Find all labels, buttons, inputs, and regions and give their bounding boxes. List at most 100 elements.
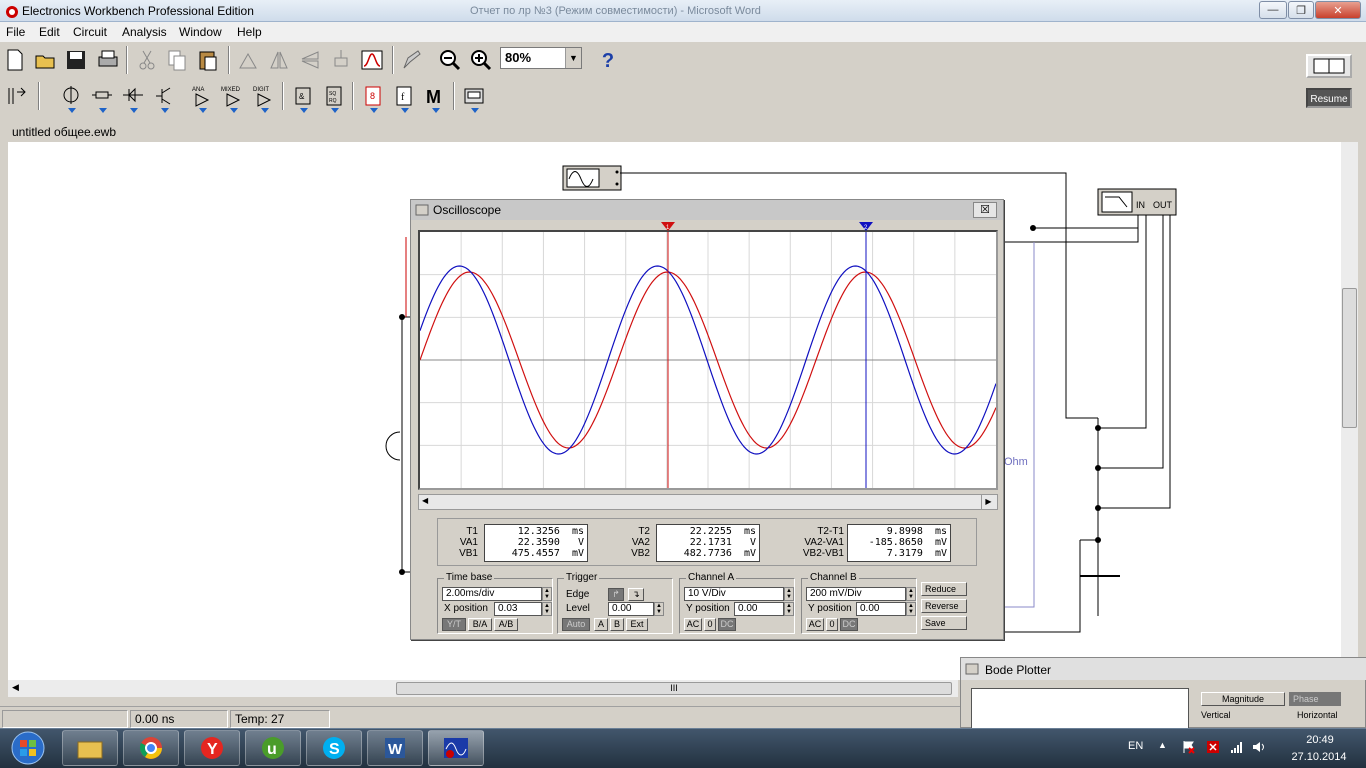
vertical-scroll-thumb[interactable] <box>1342 288 1357 428</box>
subcircuit-button[interactable] <box>326 44 356 76</box>
print-button[interactable] <box>93 44 123 76</box>
save-button[interactable] <box>61 44 91 76</box>
yt-mode-button[interactable]: Y/T <box>442 618 466 631</box>
bode-screen[interactable] <box>971 688 1189 729</box>
zoom-select[interactable]: 80% ▼ <box>500 47 582 69</box>
timebase-spinner-icon[interactable]: ▲ ▼ <box>542 587 552 601</box>
reduce-button[interactable]: Reduce <box>921 582 967 596</box>
ba-mode-button[interactable]: B/A <box>468 618 492 631</box>
trigger-ext-button[interactable]: Ext <box>626 618 648 631</box>
digital-bin-button[interactable]: SQ RQ <box>319 80 349 113</box>
channel-b-scale-field[interactable]: 200 mV/Div <box>806 587 906 601</box>
volume-icon[interactable] <box>1252 740 1266 754</box>
miscellaneous-bin-button[interactable]: M <box>420 80 450 113</box>
channel-a-dc-button[interactable]: DC <box>718 618 736 631</box>
phase-button[interactable]: Phase <box>1289 692 1341 706</box>
component-properties-button[interactable] <box>397 44 427 76</box>
function-generator[interactable] <box>562 165 622 191</box>
trigger-level-field[interactable]: 0.00 <box>608 602 654 616</box>
help-button[interactable]: ? <box>594 47 622 75</box>
scope-scroll-right-icon[interactable]: ▶ <box>981 495 995 509</box>
channel-a-zero-button[interactable]: 0 <box>704 618 716 631</box>
cut-button[interactable] <box>132 44 162 76</box>
transistors-bin-button[interactable] <box>149 80 179 113</box>
clock-time[interactable]: 20:49 <box>1300 734 1340 746</box>
taskbar-word[interactable]: W <box>367 730 423 766</box>
rising-edge-button[interactable]: ↱ <box>608 588 624 601</box>
channel-b-ac-button[interactable]: AC <box>806 618 824 631</box>
oscilloscope-close-button[interactable]: ☒ <box>973 202 997 218</box>
chevron-down-icon[interactable]: ▼ <box>565 48 581 68</box>
taskbar-ewb[interactable] <box>428 730 484 766</box>
paste-button[interactable] <box>193 44 223 76</box>
scroll-left-icon[interactable]: ◀ <box>12 682 19 693</box>
tray-expand-icon[interactable]: ▲ <box>1158 740 1172 754</box>
reverse-button[interactable]: Reverse <box>921 599 967 613</box>
digital-ics-bin-button[interactable]: DIGIT <box>249 80 279 113</box>
channel-a-scale-spinner-icon[interactable]: ▲ ▼ <box>784 587 794 601</box>
channel-b-zero-button[interactable]: 0 <box>826 618 838 631</box>
indicators-bin-button[interactable]: 8 <box>358 80 388 113</box>
restore-button[interactable]: ❐ <box>1288 1 1314 19</box>
antivirus-icon[interactable] <box>1206 740 1220 754</box>
trigger-b-button[interactable]: B <box>610 618 624 631</box>
channel-a-ac-button[interactable]: AC <box>684 618 702 631</box>
controls-bin-button[interactable]: f <box>389 80 419 113</box>
language-indicator[interactable]: EN <box>1128 740 1143 752</box>
rotate-button[interactable] <box>233 44 263 76</box>
open-button[interactable] <box>31 44 61 76</box>
channel-a-ypos-spinner-icon[interactable]: ▲ ▼ <box>784 602 794 616</box>
ab-mode-button[interactable]: A/B <box>494 618 518 631</box>
cursor-2-handle[interactable]: 2 <box>859 222 873 232</box>
favorites-bin-button[interactable] <box>2 80 32 112</box>
menu-analysis[interactable]: Analysis <box>122 25 167 39</box>
channel-a-scale-field[interactable]: 10 V/Div <box>684 587 784 601</box>
horizontal-scroll-thumb[interactable]: III <box>396 682 952 695</box>
trigger-auto-button[interactable]: Auto <box>562 618 590 631</box>
close-window-button[interactable]: ✕ <box>1315 1 1361 19</box>
taskbar-chrome[interactable] <box>123 730 179 766</box>
channel-b-ypos-spinner-icon[interactable]: ▲ ▼ <box>906 602 916 616</box>
channel-b-dc-button[interactable]: DC <box>840 618 858 631</box>
diodes-bin-button[interactable] <box>118 80 148 113</box>
graphs-button[interactable] <box>357 44 387 76</box>
menu-circuit[interactable]: Circuit <box>73 25 107 39</box>
level-spinner-icon[interactable]: ▲ ▼ <box>654 602 664 616</box>
basic-bin-button[interactable] <box>87 80 117 113</box>
taskbar-yandex[interactable]: Y <box>184 730 240 766</box>
zoom-out-button[interactable] <box>435 44 465 76</box>
channel-b-scale-spinner-icon[interactable]: ▲ ▼ <box>906 587 916 601</box>
bode-plotter-instrument[interactable]: IN OUT <box>1097 188 1177 216</box>
magnitude-button[interactable]: Magnitude <box>1201 692 1285 706</box>
logic-gates-bin-button[interactable]: & <box>288 80 318 113</box>
minimize-button[interactable]: — <box>1259 1 1287 19</box>
network-icon[interactable] <box>1230 740 1244 754</box>
pause-button[interactable] <box>1306 54 1352 78</box>
channel-b-ypos-field[interactable]: 0.00 <box>856 602 906 616</box>
xpos-field[interactable]: 0.03 <box>494 602 542 616</box>
scope-scroll-left-icon[interactable]: ◀ <box>422 496 428 505</box>
sources-bin-button[interactable] <box>56 80 86 113</box>
menu-file[interactable]: File <box>6 25 25 39</box>
oscilloscope-screen[interactable] <box>418 230 998 490</box>
copy-button[interactable] <box>162 44 192 76</box>
instruments-bin-button[interactable] <box>459 80 489 113</box>
menu-edit[interactable]: Edit <box>39 25 60 39</box>
taskbar-skype[interactable]: S <box>306 730 362 766</box>
scope-horizontal-scrollbar[interactable]: ◀ ▶ <box>418 494 998 510</box>
xpos-spinner-icon[interactable]: ▲ ▼ <box>542 602 552 616</box>
cursor-1-handle[interactable]: 1 <box>661 222 675 232</box>
trigger-a-button[interactable]: A <box>594 618 608 631</box>
timebase-field[interactable]: 2.00ms/div <box>442 587 542 601</box>
flip-horizontal-button[interactable] <box>264 44 294 76</box>
flip-vertical-button[interactable] <box>295 44 325 76</box>
flag-icon[interactable] <box>1182 740 1196 754</box>
taskbar-explorer[interactable] <box>62 730 118 766</box>
scope-save-button[interactable]: Save <box>921 616 967 630</box>
start-button[interactable] <box>6 730 50 766</box>
new-button[interactable] <box>0 44 30 76</box>
taskbar-utorrent[interactable]: u <box>245 730 301 766</box>
mixed-ics-bin-button[interactable]: MIXED <box>218 80 248 113</box>
menu-help[interactable]: Help <box>237 25 262 39</box>
channel-a-ypos-field[interactable]: 0.00 <box>734 602 784 616</box>
